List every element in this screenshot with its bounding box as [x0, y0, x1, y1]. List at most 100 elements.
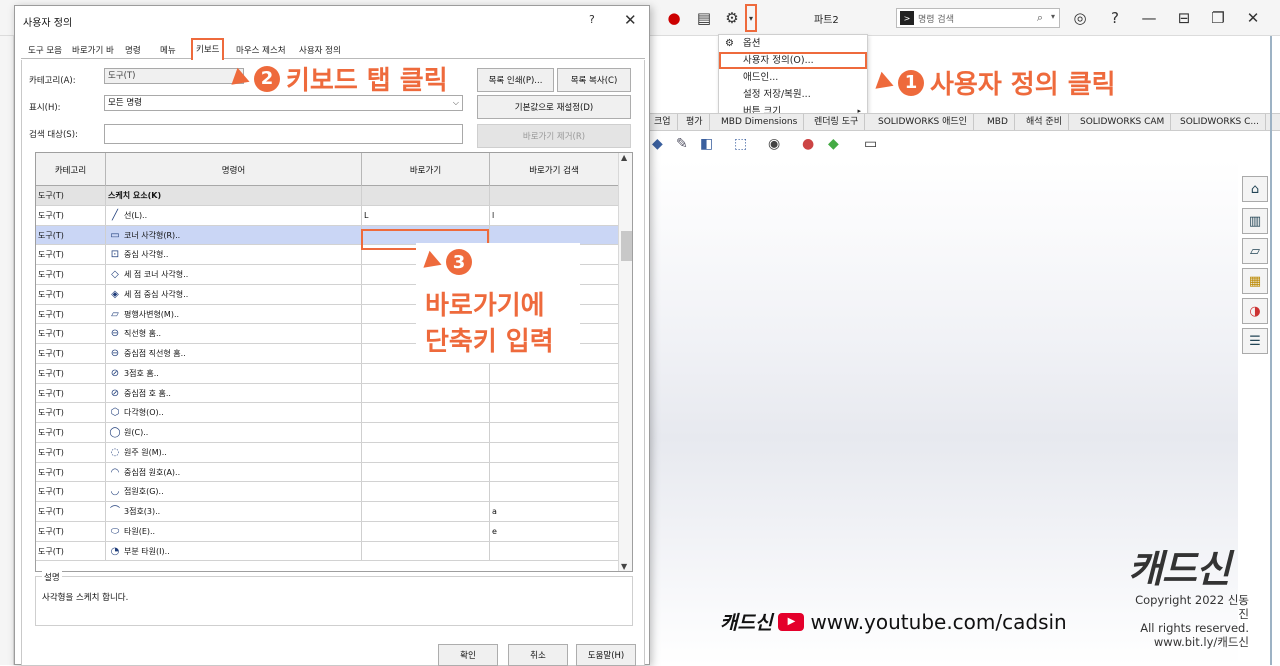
- options-dropdown-button[interactable]: ▾: [745, 4, 757, 32]
- display-icon[interactable]: ▭: [864, 136, 877, 152]
- tools-icon[interactable]: ✎: [676, 136, 688, 152]
- appearances-icon[interactable]: ◑: [1242, 298, 1268, 324]
- table-row[interactable]: 도구(T) ◡ 접원호(G)..: [36, 482, 618, 502]
- category-select[interactable]: 도구(T): [104, 68, 244, 84]
- table-row[interactable]: 도구(T) ◠ 중심점 원호(A)..: [36, 462, 618, 483]
- tab-mbd-dimensions[interactable]: MBD Dimensions: [715, 114, 805, 130]
- row-shortcut-search[interactable]: [490, 384, 618, 403]
- tab-solidworks-c[interactable]: SOLIDWORKS C...: [1174, 114, 1266, 130]
- command-search-input[interactable]: > 명령 검색 ⌕ ▾: [896, 8, 1060, 28]
- custom-properties-icon[interactable]: ☰: [1242, 328, 1268, 354]
- menu-item-addins[interactable]: 애드인...: [719, 69, 867, 86]
- row-shortcut-search[interactable]: [490, 482, 618, 501]
- appearance-icon[interactable]: ●: [802, 136, 814, 152]
- scene-icon[interactable]: ◆: [828, 136, 839, 152]
- close-button[interactable]: ✕: [624, 11, 637, 29]
- scroll-up-icon[interactable]: ▲: [621, 153, 627, 162]
- user-icon[interactable]: ◎: [1068, 6, 1092, 30]
- row-shortcut[interactable]: [362, 502, 490, 521]
- tab-menus[interactable]: 메뉴: [157, 43, 179, 59]
- row-shortcut[interactable]: [362, 541, 490, 561]
- tab-customization[interactable]: 사용자 정의: [296, 43, 344, 59]
- ok-button[interactable]: 확인: [438, 644, 498, 666]
- row-shortcut-search[interactable]: [490, 443, 618, 462]
- tab-render-tools[interactable]: 렌더링 도구: [808, 114, 866, 130]
- scroll-down-icon[interactable]: ▼: [621, 562, 627, 571]
- search-input[interactable]: [104, 124, 463, 144]
- row-shortcut-search[interactable]: [490, 423, 618, 442]
- traffic-light-icon[interactable]: ●: [662, 6, 686, 30]
- collapse-icon[interactable]: ⊟: [1172, 6, 1196, 30]
- row-shortcut[interactable]: [362, 363, 490, 383]
- chevron-down-icon[interactable]: ▾: [1051, 12, 1055, 21]
- copy-list-button[interactable]: 목록 복사(C): [557, 68, 631, 92]
- menu-item-save-restore[interactable]: 설정 저장/복원...: [719, 86, 867, 103]
- file-properties-icon[interactable]: ▤: [692, 6, 716, 30]
- row-shortcut[interactable]: [362, 442, 490, 462]
- tab-solidworks-addins[interactable]: SOLIDWORKS 애드인: [872, 114, 974, 130]
- tab-keyboard[interactable]: 키보드: [190, 38, 225, 62]
- dialog-help-button[interactable]: 도움말(H): [576, 644, 636, 666]
- table-row[interactable]: 도구(T) ⊘ 중심점 호 홈..: [36, 383, 618, 404]
- row-shortcut[interactable]: [362, 186, 490, 205]
- row-shortcut-search[interactable]: [490, 403, 618, 422]
- scroll-thumb[interactable]: [621, 231, 632, 261]
- help-icon[interactable]: ?: [1103, 6, 1127, 30]
- table-row[interactable]: 도구(T) ◔ 부분 타원(I)..: [36, 541, 618, 562]
- tab-mbd[interactable]: MBD: [981, 114, 1015, 130]
- home-icon[interactable]: ⌂: [1242, 176, 1268, 202]
- search-icon[interactable]: ⌕: [1037, 11, 1043, 25]
- tab-shortcut-bars[interactable]: 바로가기 바: [69, 43, 117, 59]
- table-scrollbar[interactable]: ▲ ▼: [618, 153, 632, 571]
- row-shortcut-search[interactable]: [490, 364, 618, 383]
- row-shortcut-search[interactable]: l: [490, 206, 618, 225]
- menu-item-customize[interactable]: 사용자 정의(O)...: [719, 52, 867, 69]
- gear-icon[interactable]: ⚙: [720, 6, 744, 30]
- tab-analysis-prep[interactable]: 해석 준비: [1020, 114, 1069, 130]
- folder-icon[interactable]: ▱: [1242, 238, 1268, 264]
- row-shortcut-search[interactable]: [490, 186, 618, 205]
- table-row[interactable]: 도구(T) 스케치 요소(K): [36, 186, 618, 206]
- row-shortcut-search[interactable]: a: [490, 502, 618, 521]
- tab-evaluate[interactable]: 평가: [680, 114, 710, 130]
- show-select[interactable]: 모든 명령 ⌵: [104, 95, 463, 111]
- minimize-icon[interactable]: —: [1137, 6, 1161, 30]
- table-row[interactable]: 도구(T) ◌ 원주 원(M)..: [36, 442, 618, 463]
- close-icon[interactable]: ✕: [1241, 6, 1265, 30]
- row-shortcut-search[interactable]: [490, 226, 618, 245]
- column-header-shortcut-search[interactable]: 바로가기 검색: [490, 153, 618, 186]
- tab-toolbars[interactable]: 도구 모음: [25, 43, 65, 59]
- table-row[interactable]: 도구(T) ╱ 선(L).. Ll: [36, 205, 618, 226]
- tab-markup[interactable]: 크업: [648, 114, 678, 130]
- row-shortcut[interactable]: [362, 482, 490, 501]
- view-orientation-icon[interactable]: ⬚: [734, 136, 747, 152]
- print-list-button[interactable]: 목록 인쇄(P)...: [477, 68, 554, 92]
- table-row[interactable]: 도구(T) ⌒ 3점호(3).. a: [36, 502, 618, 522]
- view-palette-icon[interactable]: ▦: [1242, 268, 1268, 294]
- table-row[interactable]: 도구(T) ◯ 원(C)..: [36, 423, 618, 443]
- tab-commands[interactable]: 명령: [122, 43, 144, 59]
- table-row[interactable]: 도구(T) ⊘ 3점호 홈..: [36, 363, 618, 384]
- reset-defaults-button[interactable]: 기본값으로 재설정(D): [477, 95, 631, 119]
- hide-show-icon[interactable]: ◉: [768, 136, 780, 152]
- column-header-command[interactable]: 명령어: [106, 153, 362, 186]
- row-shortcut-search[interactable]: [490, 463, 618, 482]
- row-shortcut-search[interactable]: [490, 542, 618, 561]
- tab-mouse-gestures[interactable]: 마우스 제스처: [233, 43, 289, 59]
- table-row[interactable]: 도구(T) ⬭ 타원(E).. e: [36, 521, 618, 542]
- row-shortcut[interactable]: [362, 462, 490, 482]
- menu-item-options[interactable]: ⚙ 옵션: [719, 35, 867, 52]
- cancel-button[interactable]: 취소: [508, 644, 568, 666]
- row-shortcut[interactable]: [362, 403, 490, 422]
- section-view-icon[interactable]: ◧: [700, 136, 713, 152]
- column-header-category[interactable]: 카테고리: [36, 153, 106, 186]
- zoom-icon[interactable]: ◆: [652, 136, 663, 152]
- row-shortcut[interactable]: [362, 521, 490, 541]
- row-shortcut[interactable]: [362, 423, 490, 442]
- table-row[interactable]: 도구(T) ⬡ 다각형(O)..: [36, 403, 618, 423]
- help-button[interactable]: ?: [589, 13, 595, 26]
- row-shortcut[interactable]: [362, 383, 490, 403]
- row-shortcut-search[interactable]: e: [490, 522, 618, 541]
- row-shortcut[interactable]: L: [362, 205, 490, 225]
- restore-icon[interactable]: ❐: [1206, 6, 1230, 30]
